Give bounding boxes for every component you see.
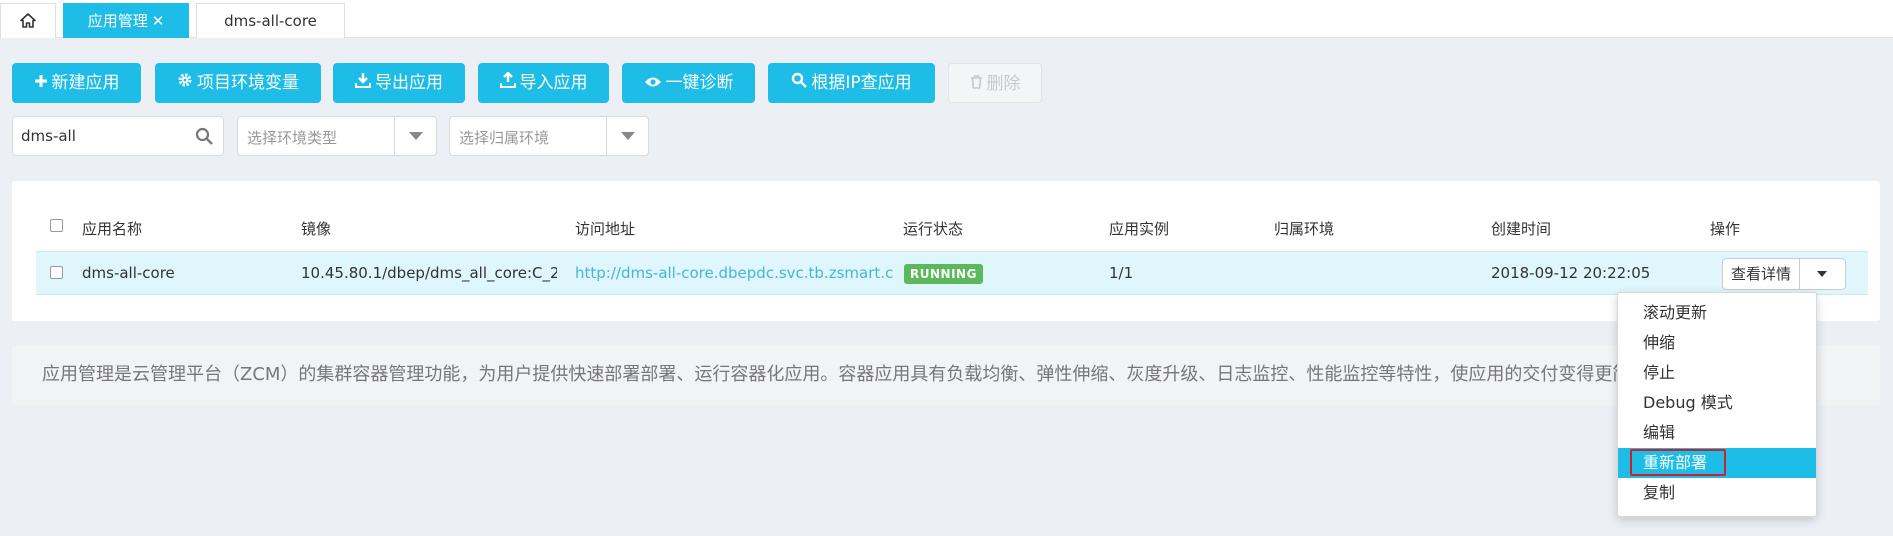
table-row: dms-all-core 10.45.80.1/dbep/dms_all_cor…: [36, 251, 1868, 295]
header-name: 应用名称: [82, 220, 143, 238]
app-created-time: 2018-09-12 20:22:05: [1491, 264, 1651, 282]
home-icon: [20, 13, 36, 32]
select-all-checkbox[interactable]: [50, 219, 63, 232]
tab-app-management[interactable]: 应用管理 ✕: [63, 3, 189, 38]
view-detail-group: 查看详情: [1722, 258, 1846, 290]
new-app-button[interactable]: 新建应用: [12, 63, 141, 103]
app-instances: 1/1: [1109, 264, 1134, 282]
env-type-dropdown-toggle[interactable]: [394, 117, 436, 155]
app-image: 10.45.80.1/dbep/dms_all_core:C_2018: [301, 264, 557, 282]
header-created: 创建时间: [1491, 220, 1552, 238]
search-icon[interactable]: [195, 127, 213, 149]
menu-item-copy[interactable]: 复制: [1618, 478, 1816, 508]
gear-icon: [177, 63, 193, 103]
trash-icon: [970, 64, 983, 104]
tab-label: dms-all-core: [224, 12, 317, 30]
upload-icon: [499, 63, 516, 103]
row-checkbox[interactable]: [50, 266, 63, 279]
menu-item-debug-mode[interactable]: Debug 模式: [1618, 388, 1816, 418]
plus-icon: [34, 63, 48, 103]
chevron-down-icon: [409, 132, 423, 140]
chevron-down-icon: [621, 132, 635, 140]
status-badge: RUNNING: [904, 264, 983, 284]
menu-item-redeploy[interactable]: 重新部署: [1618, 448, 1816, 478]
tab-home[interactable]: [0, 3, 56, 38]
export-app-button[interactable]: 导出应用: [333, 63, 465, 103]
download-icon: [355, 63, 371, 103]
view-detail-button[interactable]: 查看详情: [1723, 259, 1799, 289]
header-env: 归属环境: [1274, 220, 1335, 238]
eye-icon: [644, 63, 662, 103]
env-type-select[interactable]: 选择环境类型: [237, 116, 437, 156]
search-icon: [791, 63, 808, 103]
info-description: 应用管理是云管理平台（ZCM）的集群容器管理功能，为用户提供快速部署部署、运行容…: [12, 345, 1880, 405]
actions-dropdown-menu: 滚动更新 伸缩 停止 Debug 模式 编辑 重新部署 复制: [1617, 292, 1817, 517]
env-type-placeholder: 选择环境类型: [247, 129, 338, 147]
close-icon[interactable]: ✕: [152, 12, 165, 30]
search-input[interactable]: [21, 125, 191, 147]
tab-dms-all-core[interactable]: dms-all-core: [196, 3, 345, 38]
header-url: 访问地址: [575, 220, 636, 238]
tab-label: 应用管理: [87, 12, 148, 30]
env-vars-button[interactable]: 项目环境变量: [155, 63, 321, 103]
env-owner-placeholder: 选择归属环境: [459, 129, 550, 147]
delete-button[interactable]: 删除: [948, 63, 1042, 103]
app-name: dms-all-core: [82, 264, 175, 282]
menu-item-stop[interactable]: 停止: [1618, 358, 1816, 388]
app-table: 应用名称 镜像 访问地址 运行状态 应用实例 归属环境 创建时间 操作 dms-…: [12, 181, 1880, 321]
search-box: [12, 116, 224, 156]
import-app-button[interactable]: 导入应用: [478, 63, 609, 103]
env-owner-dropdown-toggle[interactable]: [606, 117, 648, 155]
header-ops: 操作: [1710, 220, 1741, 238]
highlight-box: [1630, 449, 1726, 476]
header-image: 镜像: [301, 220, 332, 238]
actions-dropdown-toggle[interactable]: [1799, 259, 1845, 289]
diagnose-button[interactable]: 一键诊断: [622, 63, 755, 103]
menu-item-scale[interactable]: 伸缩: [1618, 328, 1816, 358]
header-instances: 应用实例: [1109, 220, 1170, 238]
menu-item-rolling-update[interactable]: 滚动更新: [1618, 298, 1816, 328]
env-owner-select[interactable]: 选择归属环境: [449, 116, 649, 156]
ip-query-button[interactable]: 根据IP查应用: [768, 63, 935, 103]
caret-down-icon: [1817, 271, 1827, 277]
app-url-link[interactable]: http://dms-all-core.dbepdc.svc.tb.zsmart…: [575, 264, 893, 282]
menu-item-edit[interactable]: 编辑: [1618, 418, 1816, 448]
tab-bar: 应用管理 ✕ dms-all-core: [0, 0, 1893, 38]
header-status: 运行状态: [903, 220, 964, 238]
